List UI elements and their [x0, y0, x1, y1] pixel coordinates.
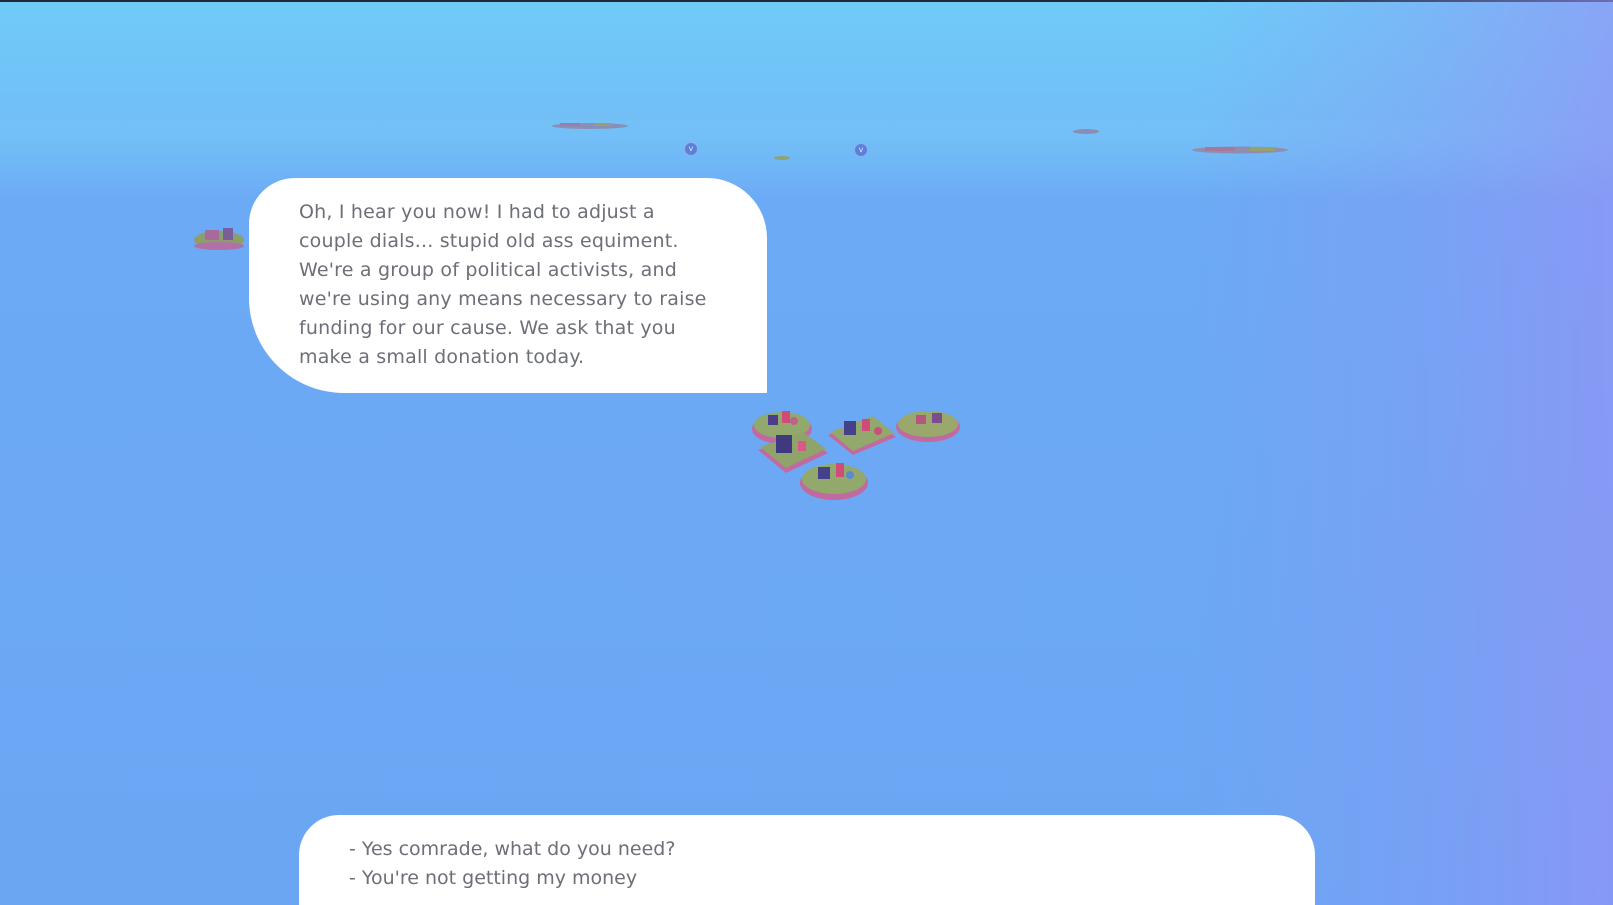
distant-island-3 [1072, 128, 1100, 135]
location-marker-icon[interactable]: v [684, 142, 698, 156]
island-left-edge [193, 222, 249, 252]
right-edge-haze [1193, 0, 1613, 905]
choice-yes-comrade[interactable]: - Yes comrade, what do you need? [349, 835, 1315, 864]
island-platform-5 [800, 463, 868, 500]
distant-island-1 [550, 122, 630, 130]
distant-island-2 [773, 155, 791, 161]
island-platform-3 [828, 416, 896, 455]
npc-dialogue-text: Oh, I hear you now! I had to adjust a co… [299, 201, 707, 368]
game-viewport[interactable]: v v Oh, I hear you now! I had to adjust … [0, 0, 1613, 905]
choice-refuse-money[interactable]: - You're not getting my money [349, 864, 1315, 893]
island-cluster[interactable] [748, 405, 968, 530]
island-platform-4 [896, 411, 960, 442]
distant-island-4 [1190, 145, 1290, 155]
dialogue-choices-panel: - Yes comrade, what do you need? - You'r… [299, 815, 1315, 905]
location-marker-icon[interactable]: v [854, 143, 868, 157]
npc-dialogue-bubble: Oh, I hear you now! I had to adjust a co… [249, 178, 767, 393]
